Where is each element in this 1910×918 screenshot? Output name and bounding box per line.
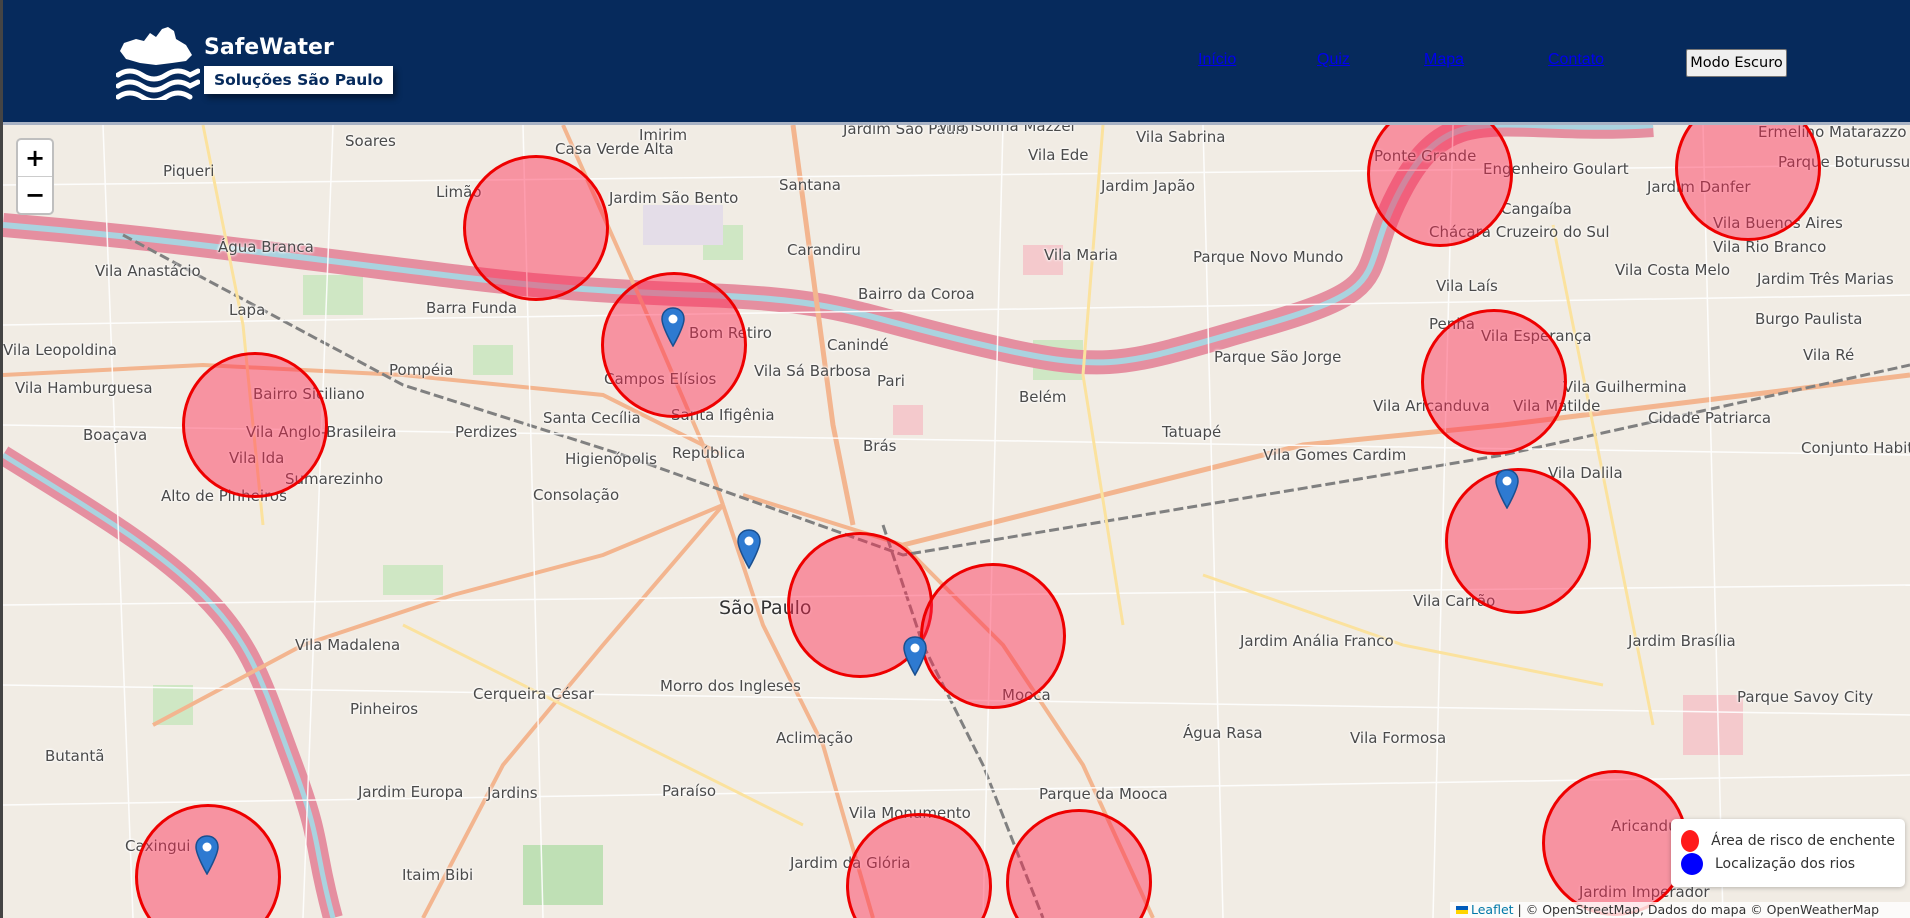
flood-risk-circle[interactable] <box>182 352 328 498</box>
place-label: Casa Verde Alta <box>555 140 674 158</box>
zoom-control: + − <box>16 138 54 215</box>
place-label: Jardins <box>487 784 538 802</box>
ukraine-flag-icon <box>1456 906 1468 914</box>
site-header: SafeWater Soluções São Paulo Início Quiz… <box>3 0 1910 122</box>
place-label: Água Rasa <box>1183 724 1263 742</box>
place-label: Bairro da Coroa <box>858 285 975 303</box>
place-label: Vila Hamburguesa <box>15 379 153 397</box>
flood-risk-circle[interactable] <box>1542 770 1688 916</box>
place-label: Vila Costa Melo <box>1615 261 1731 279</box>
place-label: Vila Gomes Cardim <box>1263 446 1407 464</box>
place-label: Vila Dalila <box>1548 464 1623 482</box>
place-label: Burgo Paulista <box>1755 310 1863 328</box>
place-label: Vila Madalena <box>295 636 401 654</box>
place-label: Pari <box>877 372 905 390</box>
nav-mapa[interactable]: Mapa <box>1424 51 1464 69</box>
place-label: República <box>672 444 746 462</box>
brand-logo[interactable]: SafeWater Soluções São Paulo <box>116 25 406 100</box>
place-label: Piqueri <box>163 162 215 180</box>
place-label: Parque Novo Mundo <box>1193 248 1344 266</box>
place-label: Vila Guilhermina <box>1563 378 1687 396</box>
place-label: Morro dos Ingleses <box>660 677 801 695</box>
map-pin-icon[interactable] <box>1495 469 1519 509</box>
place-label: Parque São Jorge <box>1214 348 1342 366</box>
place-label: Perdizes <box>455 423 518 441</box>
place-label: Tatuapé <box>1162 423 1222 441</box>
place-label: Jardim São Bento <box>609 189 739 207</box>
place-label: Vila Isolina Mazzei <box>938 125 1075 135</box>
place-label: Vila Maria <box>1044 246 1118 264</box>
place-label: Vila Formosa <box>1350 729 1447 747</box>
place-label: Aclimação <box>776 729 853 747</box>
place-label: Cidade Patriarca <box>1648 409 1772 427</box>
legend-swatch-red <box>1681 829 1700 852</box>
place-label: Carandiru <box>787 241 861 259</box>
map-pin-icon[interactable] <box>737 529 761 569</box>
map-pin-icon[interactable] <box>903 636 927 676</box>
place-label: Vila Laís <box>1436 277 1498 295</box>
sao-paulo-water-logo-icon <box>116 27 200 100</box>
place-label: Santa Cecília <box>543 409 641 427</box>
place-label: Pinheiros <box>350 700 419 718</box>
legend-swatch-blue <box>1681 852 1703 875</box>
place-label: Vila Sá Barbosa <box>754 362 872 380</box>
place-label: Vila Leopoldina <box>3 341 117 359</box>
place-label: Barra Funda <box>426 299 518 317</box>
place-label: Água Branca <box>218 238 314 256</box>
place-label: Canindé <box>827 336 889 354</box>
place-label: Lapa <box>229 301 266 319</box>
brand-subtitle: Soluções São Paulo <box>204 66 394 94</box>
map-attribution: Leaflet | © OpenStreetMap, Dados do mapa… <box>1450 902 1910 918</box>
place-label: Itaim Bibi <box>402 866 474 884</box>
place-label: Boaçava <box>83 426 148 444</box>
place-label: Parque da Mooca <box>1039 785 1168 803</box>
legend-item-rivers: Localização dos rios <box>1681 852 1895 875</box>
nav-quiz[interactable]: Quiz <box>1317 51 1350 69</box>
place-label: Cangaíba <box>1501 200 1572 218</box>
map-legend: Área de risco de enchente Localização do… <box>1671 819 1905 887</box>
place-label: Jardim Japão <box>1101 177 1196 195</box>
flood-map[interactable]: Imirim Jardim São Paulo Vila Isolina Maz… <box>3 125 1910 918</box>
place-label: Consolação <box>533 486 620 504</box>
brand-name: SafeWater <box>204 35 334 60</box>
attribution-text: | © OpenStreetMap, Dados do mapa © OpenW… <box>1513 902 1880 917</box>
place-label: Jardim Europa <box>358 783 464 801</box>
dark-mode-button[interactable]: Modo Escuro <box>1686 49 1787 77</box>
place-label: Pompéia <box>389 361 454 379</box>
place-label: Vila Sabrina <box>1136 128 1226 146</box>
zoom-out-button[interactable]: − <box>18 176 52 212</box>
map-pin-icon[interactable] <box>661 307 685 347</box>
place-label: Santana <box>779 176 841 194</box>
place-label: Jardim Brasília <box>1628 632 1736 650</box>
legend-label: Área de risco de enchente <box>1711 832 1895 849</box>
place-label: Vila Rio Branco <box>1713 238 1827 256</box>
place-label: Paraíso <box>662 782 717 800</box>
place-label: Vila Ede <box>1028 146 1089 164</box>
zoom-in-button[interactable]: + <box>18 140 52 176</box>
flood-risk-circle[interactable] <box>920 563 1066 709</box>
place-label: Butantã <box>45 747 105 765</box>
place-label: Belém <box>1019 388 1067 406</box>
place-label: Brás <box>863 437 897 455</box>
flood-risk-circle[interactable] <box>1421 309 1567 455</box>
place-label: Vila Ré <box>1803 346 1855 364</box>
place-label: Higienópolis <box>565 450 657 468</box>
place-label: Jardim Anália Franco <box>1240 632 1394 650</box>
place-label: Parque Savoy City <box>1737 688 1874 706</box>
flood-risk-circle[interactable] <box>463 155 609 301</box>
map-pin-icon[interactable] <box>195 835 219 875</box>
legend-label: Localização dos rios <box>1715 855 1856 872</box>
place-label: Soares <box>345 132 396 150</box>
legend-item-flood-risk: Área de risco de enchente <box>1681 829 1895 852</box>
place-label: Cerqueira César <box>473 685 595 703</box>
place-label: Jardim Três Marias <box>1757 270 1894 288</box>
nav-contato[interactable]: Contato <box>1548 51 1604 69</box>
place-label: Conjunto Habitacional Padre Manoel da Nó… <box>1801 439 1910 457</box>
nav-inicio[interactable]: Início <box>1198 51 1236 69</box>
place-label: Vila Anastácio <box>95 262 201 280</box>
leaflet-link[interactable]: Leaflet <box>1471 902 1514 917</box>
